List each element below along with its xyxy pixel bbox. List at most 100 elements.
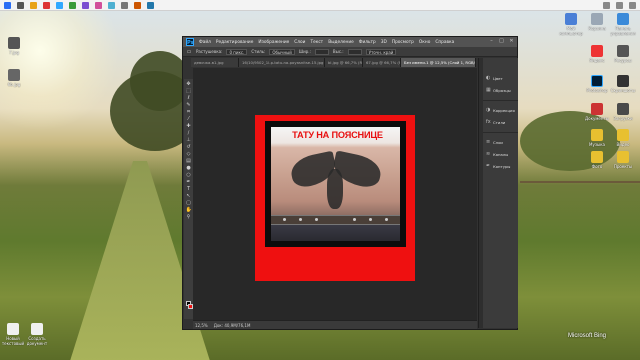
marquee-tool-icon[interactable]: ▭: [186, 49, 192, 55]
menu-type[interactable]: Текст: [310, 40, 323, 45]
close-icon[interactable]: ✕: [508, 38, 515, 45]
quick-select-tool-icon[interactable]: ✎: [186, 102, 192, 108]
artwork-red-frame: ТАТУ НА ПОЯСНИЦЕ: [255, 115, 415, 281]
desktop-icon[interactable]: Панель управления: [610, 13, 636, 36]
feather-input[interactable]: 0 пикс.: [226, 48, 248, 55]
yandex-icon[interactable]: [43, 1, 50, 9]
app-icon[interactable]: [121, 1, 128, 9]
canvas-area[interactable]: ТАТУ НА ПОЯСНИЦЕ: [193, 68, 477, 320]
maximize-icon[interactable]: □: [498, 38, 505, 45]
desktop-icon[interactable]: Корзина: [584, 13, 610, 31]
gradient-tool-icon[interactable]: ▤: [186, 158, 192, 164]
desktop-icon[interactable]: Photoshop: [584, 75, 610, 93]
image-file-icon: [8, 37, 20, 49]
desktop-icon[interactable]: 7.jpg: [1, 37, 27, 55]
desktop-icon[interactable]: Яндекс: [584, 45, 610, 63]
folder-icon: [617, 45, 629, 57]
shape-tool-icon[interactable]: ▢: [186, 200, 192, 206]
windows-start-icon[interactable]: [4, 1, 11, 9]
lasso-tool-icon[interactable]: ℓ: [186, 95, 192, 101]
belt-stud: [369, 218, 372, 221]
width-input[interactable]: [314, 48, 329, 55]
app-icon[interactable]: [82, 1, 89, 9]
desktop-icon[interactable]: Скриншоты: [610, 75, 636, 93]
document-tab[interactable]: bl.jpg @ 66,7% (RGB/8): [325, 58, 363, 67]
text-file-icon: [7, 323, 19, 335]
folder-icon: [617, 151, 629, 163]
menu-window[interactable]: Окно: [419, 40, 430, 45]
minimize-icon[interactable]: –: [488, 38, 495, 45]
panel-swatches[interactable]: ▦ Образцы: [483, 84, 518, 96]
desktop-icon[interactable]: Проекты: [610, 151, 636, 169]
menu-3d[interactable]: 3D: [381, 40, 387, 45]
tattoo-figure: [327, 169, 343, 209]
document-tabs: девочка-в1.jpg 16/10/9502_1l-p-tatu-na-p…: [191, 58, 476, 67]
panel-styles[interactable]: fx Стили: [483, 116, 518, 128]
zoom-level[interactable]: 12,5%: [195, 323, 208, 328]
eraser-tool-icon[interactable]: ◇: [186, 151, 192, 157]
crop-tool-icon[interactable]: ⌗: [186, 109, 192, 115]
app-icon[interactable]: [134, 1, 141, 9]
folder-icon: [591, 151, 603, 163]
zoom-tool-icon[interactable]: ⚲: [186, 214, 192, 220]
app-icon[interactable]: [95, 1, 102, 9]
menu-image[interactable]: Изображение: [258, 40, 289, 45]
dodge-tool-icon[interactable]: ○: [186, 172, 192, 178]
blur-tool-icon[interactable]: ●: [186, 165, 192, 171]
brush-tool-icon[interactable]: ∕: [186, 130, 192, 136]
desktop-icon[interactable]: Новый текстовый: [0, 323, 26, 346]
document-file-icon: [31, 323, 43, 335]
panel-channels[interactable]: ≋ Каналы: [483, 148, 518, 160]
panel-paths[interactable]: ✒ Контуры: [483, 160, 518, 172]
marquee-tool-icon[interactable]: ⬚: [186, 88, 192, 94]
folder-icon: [591, 129, 603, 141]
menu-file[interactable]: Файл: [199, 40, 211, 45]
healing-tool-icon[interactable]: ✚: [186, 123, 192, 129]
document-tab[interactable]: 16/10/9502_1l-p-tatu-na-poyasnitse-15.jp…: [239, 58, 325, 67]
photoshop-taskbar-icon[interactable]: [56, 1, 63, 9]
hand-tool-icon[interactable]: ✋: [186, 207, 192, 213]
menu-filter[interactable]: Фильтр: [359, 40, 376, 45]
tray-icon[interactable]: [629, 1, 636, 9]
panel-color[interactable]: ◐ Цвет: [483, 72, 518, 84]
desktop-icon[interactable]: Создать документ: [24, 323, 50, 346]
refine-edge-button[interactable]: Уточн. край: [365, 48, 397, 55]
desktop-icon[interactable]: Видео: [610, 129, 636, 147]
type-tool-icon[interactable]: T: [186, 186, 192, 192]
document-tab[interactable]: девочка-в1.jpg: [191, 58, 239, 67]
style-label: Стиль:: [251, 49, 266, 54]
menu-select[interactable]: Выделение: [328, 40, 354, 45]
panel-layers[interactable]: ≡ Слои: [483, 136, 518, 148]
style-select[interactable]: Обычный: [269, 48, 295, 55]
app-icon[interactable]: [147, 1, 154, 9]
tray-icon[interactable]: [616, 1, 623, 9]
pen-tool-icon[interactable]: ✒: [186, 179, 192, 185]
desktop-icon[interactable]: 6b.jpg: [1, 69, 27, 87]
menu-layers[interactable]: Слои: [294, 40, 305, 45]
move-tool-icon[interactable]: ✥: [186, 81, 192, 87]
tray-icon[interactable]: [603, 1, 610, 9]
document-tab-active[interactable]: Без имени-1 @ 12,5% (Слой 1, RGB/8): [401, 58, 476, 67]
app-icon[interactable]: [69, 1, 76, 9]
desktop-icon[interactable]: Документы: [584, 103, 610, 121]
history-brush-tool-icon[interactable]: ↺: [186, 144, 192, 150]
eyedropper-tool-icon[interactable]: ⁄: [186, 116, 192, 122]
path-select-tool-icon[interactable]: ↖: [186, 193, 192, 199]
document-tab[interactable]: 67.jpg @ 66,7% (RGB/8): [363, 58, 401, 67]
desktop-icon[interactable]: Фото: [584, 151, 610, 169]
app-icon[interactable]: [108, 1, 115, 9]
panels-dock: ◐ Цвет ▦ Образцы ◑ Коррекция fx Стили ≡ Слои …: [483, 58, 518, 328]
search-icon[interactable]: [17, 1, 24, 9]
desktop-icon[interactable]: Ресурсы: [610, 45, 636, 63]
desktop-icon[interactable]: Загрузки: [610, 103, 636, 121]
belt-stud: [315, 218, 318, 221]
desktop-icon[interactable]: Мой компьютер: [558, 13, 584, 36]
menu-view[interactable]: Просмотр: [392, 40, 414, 45]
panel-adjustments[interactable]: ◑ Коррекция: [483, 104, 518, 116]
menu-edit[interactable]: Редактирование: [216, 40, 254, 45]
menu-help[interactable]: Справка: [435, 40, 454, 45]
height-input[interactable]: [347, 48, 362, 55]
explorer-icon[interactable]: [30, 1, 37, 9]
stamp-tool-icon[interactable]: ⊥: [186, 137, 192, 143]
desktop-icon[interactable]: Музыка: [584, 129, 610, 147]
